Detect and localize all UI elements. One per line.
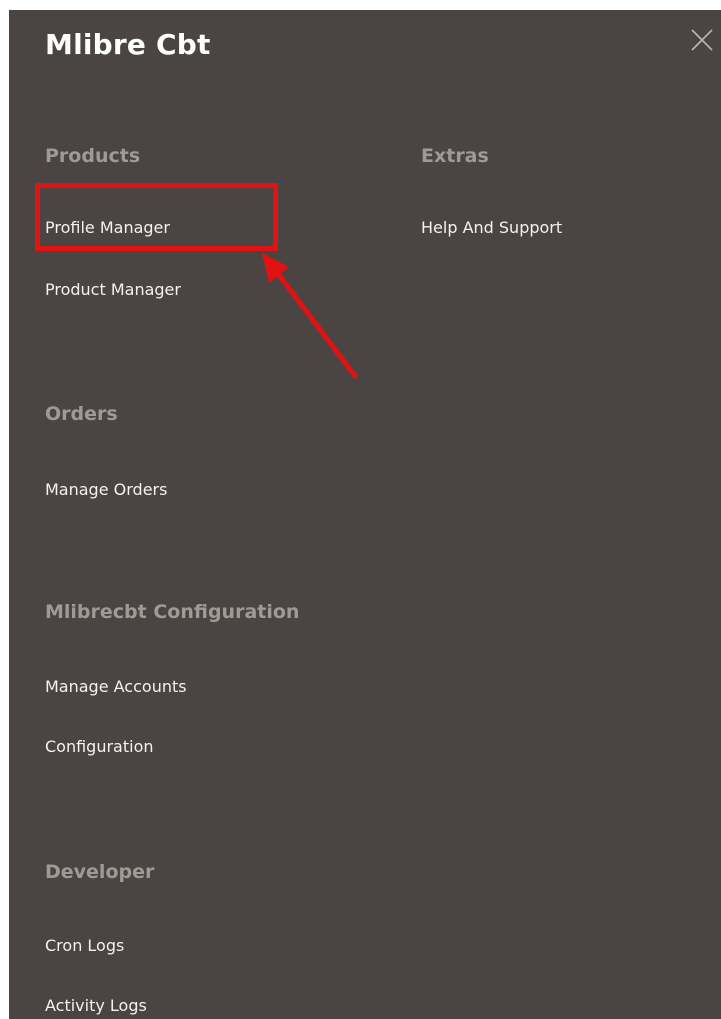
- menu-panel-title: Mlibre Cbt: [45, 28, 211, 61]
- section-title-products: Products: [45, 145, 141, 167]
- menu-item-manage-orders[interactable]: Manage Orders: [45, 480, 167, 499]
- section-title-developer: Developer: [45, 861, 155, 883]
- section-title-orders: Orders: [45, 403, 118, 425]
- annotation-arrow-icon: [262, 253, 358, 379]
- menu-item-help-and-support[interactable]: Help And Support: [421, 218, 562, 237]
- section-title-extras: Extras: [421, 145, 489, 167]
- menu-item-profile-manager[interactable]: Profile Manager: [45, 218, 170, 237]
- menu-item-activity-logs[interactable]: Activity Logs: [45, 996, 147, 1015]
- admin-menu-panel: Mlibre Cbt Products Profile Manager Prod…: [9, 10, 721, 1019]
- menu-item-manage-accounts[interactable]: Manage Accounts: [45, 677, 187, 696]
- menu-item-configuration[interactable]: Configuration: [45, 737, 154, 756]
- section-title-mlibrecbt-configuration: Mlibrecbt Configuration: [45, 601, 300, 623]
- annotation-highlight-box: [35, 183, 278, 251]
- menu-item-product-manager[interactable]: Product Manager: [45, 280, 181, 299]
- menu-item-cron-logs[interactable]: Cron Logs: [45, 936, 124, 955]
- close-icon[interactable]: [689, 27, 715, 53]
